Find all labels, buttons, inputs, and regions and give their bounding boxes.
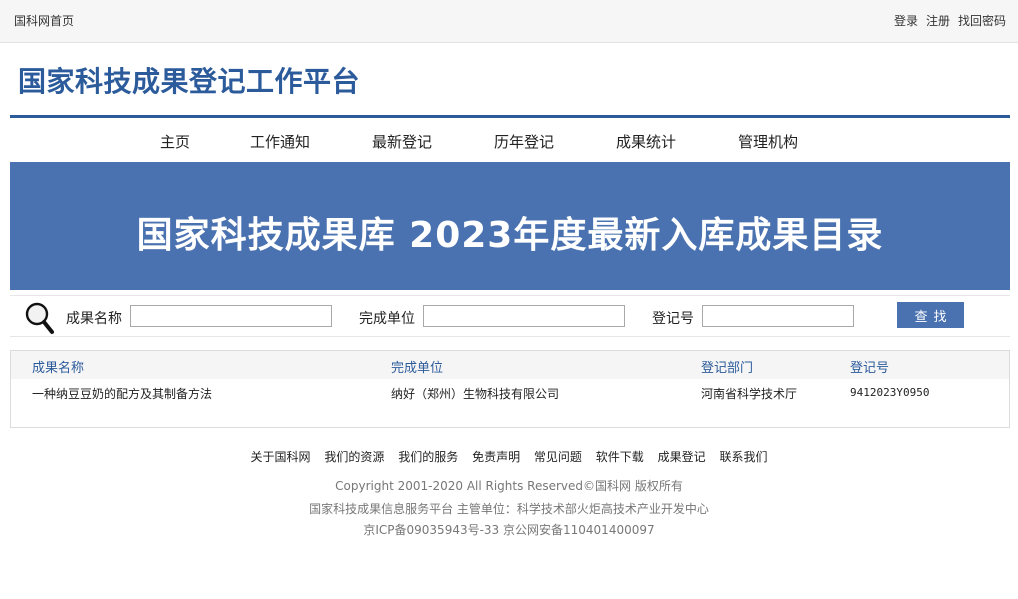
banner-title: 国家科技成果库 2023年度最新入库成果目录 [136, 215, 884, 256]
reg-number-input[interactable] [702, 305, 854, 327]
result-reg-number: 9412023Y0950 [850, 386, 930, 399]
nav-item-history[interactable]: 历年登记 [494, 131, 554, 152]
footer-link-disclaimer[interactable]: 免责声明 [472, 450, 520, 464]
column-header-unit: 完成单位 [391, 361, 444, 376]
nav-item-notices[interactable]: 工作通知 [250, 131, 310, 152]
search-button[interactable]: 查找 [897, 302, 964, 328]
magnifier-icon [25, 302, 54, 334]
result-department: 河南省科学技术厅 [701, 387, 798, 401]
search-bar: 成果名称 完成单位 登记号 查找 [10, 295, 1010, 337]
footer-links: 关于国科网 我们的资源 我们的服务 免责声明 常见问题 软件下载 成果登记 联系… [0, 448, 1018, 465]
footer-icp[interactable]: 京ICP备09035943号-33 京公网安备110401400097 [0, 521, 1018, 538]
footer-platform: 国家科技成果信息服务平台 主管单位：科学技术部火炬高技术产业开发中心 [309, 502, 709, 516]
register-link[interactable]: 注册 [926, 12, 950, 29]
result-title-link[interactable]: 一种纳豆豆奶的配方及其制备方法 [32, 385, 212, 402]
result-unit: 纳好（郑州）生物科技有限公司 [391, 387, 560, 401]
column-header-name: 成果名称 [32, 361, 85, 376]
footer-link-registration[interactable]: 成果登记 [658, 450, 706, 464]
table-header: 成果名称 完成单位 登记部门 登记号 [11, 351, 1009, 379]
login-link[interactable]: 登录 [894, 12, 918, 29]
top-bar: 国科网首页 登录 注册 找回密码 [0, 0, 1018, 43]
footer-link-services[interactable]: 我们的服务 [398, 450, 458, 464]
banner: 国家科技成果库 2023年度最新入库成果目录 [10, 162, 1010, 290]
nav-item-statistics[interactable]: 成果统计 [616, 131, 676, 152]
home-link[interactable]: 国科网首页 [14, 12, 74, 29]
footer-link-resources[interactable]: 我们的资源 [324, 450, 384, 464]
nav-item-agencies[interactable]: 管理机构 [738, 131, 798, 152]
footer-link-about[interactable]: 关于国科网 [251, 450, 311, 464]
name-label: 成果名称 [66, 311, 122, 327]
unit-label: 完成单位 [359, 311, 415, 327]
results-table: 成果名称 完成单位 登记部门 登记号 一种纳豆豆奶的配方及其制备方法 纳好（郑州… [10, 350, 1010, 428]
footer-link-download[interactable]: 软件下载 [596, 450, 644, 464]
name-input[interactable] [130, 305, 332, 327]
nav-item-home[interactable]: 主页 [160, 131, 190, 152]
main-nav: 主页 工作通知 最新登记 历年登记 成果统计 管理机构 [10, 118, 1010, 162]
footer-copyright: Copyright 2001-2020 All Rights Reserved©… [335, 479, 683, 493]
nav-item-latest[interactable]: 最新登记 [372, 131, 432, 152]
unit-input[interactable] [423, 305, 625, 327]
site-logo-title[interactable]: 国家科技成果登记工作平台 [18, 60, 360, 100]
recover-password-link[interactable]: 找回密码 [958, 12, 1006, 29]
account-links: 登录 注册 找回密码 [894, 12, 1006, 29]
reg-number-label: 登记号 [652, 311, 694, 327]
footer-link-faq[interactable]: 常见问题 [534, 450, 582, 464]
column-header-reg-number: 登记号 [850, 361, 890, 376]
footer-link-contact[interactable]: 联系我们 [719, 450, 767, 464]
column-header-department: 登记部门 [701, 361, 754, 376]
